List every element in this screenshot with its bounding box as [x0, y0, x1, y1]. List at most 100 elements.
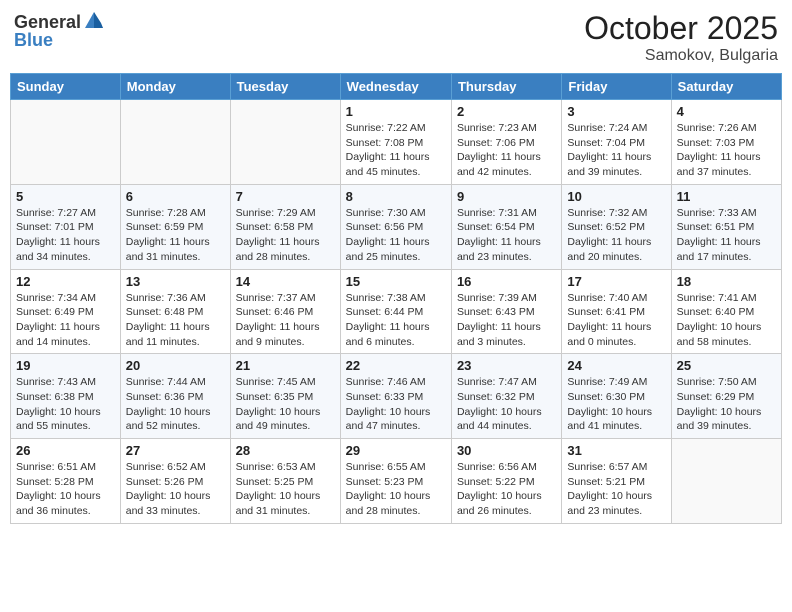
calendar-cell [11, 100, 121, 185]
day-number: 31 [567, 443, 665, 458]
calendar-cell: 23Sunrise: 7:47 AM Sunset: 6:32 PM Dayli… [451, 354, 561, 439]
calendar-cell: 31 Sunrise: 6:57 AM Sunset: 5:21 PM Dayli… [562, 439, 671, 524]
day-number: 11 [677, 189, 776, 204]
calendar-cell: 17 Sunrise: 7:40 AM Sunset: 6:41 PM Dayli… [562, 269, 671, 354]
day-number: 8 [346, 189, 446, 204]
day-info: Sunrise: 7:22 AM Sunset: 7:08 PM Dayligh… [346, 121, 446, 180]
calendar-cell: 9Sunrise: 7:31 AM Sunset: 6:54 PM Daylig… [451, 184, 561, 269]
day-number: 13 [126, 274, 225, 289]
day-number: 4 [677, 104, 776, 119]
calendar-cell [230, 100, 340, 185]
day-info: Sunrise: 6:52 AM Sunset: 5:26 PM Dayligh… [126, 460, 225, 519]
day-info: Sunrise: 7:26 AM Sunset: 7:03 PM Dayligh… [677, 121, 776, 180]
weekday-header: Friday [562, 74, 671, 100]
calendar-cell: 16 Sunrise: 7:39 AM Sunset: 6:43 PM Dayli… [451, 269, 561, 354]
day-number: 24 [567, 358, 665, 373]
calendar-cell: 30Sunrise: 6:56 AM Sunset: 5:22 PM Dayli… [451, 439, 561, 524]
day-number: 10 [567, 189, 665, 204]
calendar-cell: 3Sunrise: 7:24 AM Sunset: 7:04 PM Daylig… [562, 100, 671, 185]
calendar-table: SundayMondayTuesdayWednesdayThursdayFrid… [10, 73, 782, 524]
calendar-cell: 19Sunrise: 7:43 AM Sunset: 6:38 PM Dayli… [11, 354, 121, 439]
day-number: 15 [346, 274, 446, 289]
weekday-header: Sunday [11, 74, 121, 100]
calendar-cell: 10 Sunrise: 7:32 AM Sunset: 6:52 PM Dayli… [562, 184, 671, 269]
calendar-cell: 11 Sunrise: 7:33 AM Sunset: 6:51 PM Dayli… [671, 184, 781, 269]
calendar-cell: 27 Sunrise: 6:52 AM Sunset: 5:26 PM Dayli… [120, 439, 230, 524]
weekday-header: Tuesday [230, 74, 340, 100]
calendar-cell: 20Sunrise: 7:44 AM Sunset: 6:36 PM Dayli… [120, 354, 230, 439]
day-number: 2 [457, 104, 556, 119]
logo-blue: Blue [14, 30, 53, 51]
day-number: 1 [346, 104, 446, 119]
calendar-cell: 13 Sunrise: 7:36 AM Sunset: 6:48 PM Dayli… [120, 269, 230, 354]
day-info: Sunrise: 7:45 AM Sunset: 6:35 PM Dayligh… [236, 375, 335, 434]
day-info: Sunrise: 7:49 AM Sunset: 6:30 PM Dayligh… [567, 375, 665, 434]
calendar-cell: 1 Sunrise: 7:22 AM Sunset: 7:08 PM Daylig… [340, 100, 451, 185]
page-header: General Blue October 2025 Samokov, Bulga… [10, 10, 782, 65]
calendar-cell: 4 Sunrise: 7:26 AM Sunset: 7:03 PM Daylig… [671, 100, 781, 185]
weekday-header: Wednesday [340, 74, 451, 100]
day-info: Sunrise: 7:34 AM Sunset: 6:49 PM Dayligh… [16, 291, 115, 350]
day-number: 30 [457, 443, 556, 458]
day-info: Sunrise: 7:33 AM Sunset: 6:51 PM Dayligh… [677, 206, 776, 265]
calendar-week-row: 19Sunrise: 7:43 AM Sunset: 6:38 PM Dayli… [11, 354, 782, 439]
calendar-cell: 12 Sunrise: 7:34 AM Sunset: 6:49 PM Dayli… [11, 269, 121, 354]
day-info: Sunrise: 7:41 AM Sunset: 6:40 PM Dayligh… [677, 291, 776, 350]
day-number: 25 [677, 358, 776, 373]
calendar-cell: 29 Sunrise: 6:55 AM Sunset: 5:23 PM Dayli… [340, 439, 451, 524]
calendar-week-row: 26Sunrise: 6:51 AM Sunset: 5:28 PM Dayli… [11, 439, 782, 524]
day-info: Sunrise: 6:53 AM Sunset: 5:25 PM Dayligh… [236, 460, 335, 519]
weekday-header: Thursday [451, 74, 561, 100]
day-info: Sunrise: 6:57 AM Sunset: 5:21 PM Dayligh… [567, 460, 665, 519]
day-info: Sunrise: 7:36 AM Sunset: 6:48 PM Dayligh… [126, 291, 225, 350]
calendar-week-row: 1 Sunrise: 7:22 AM Sunset: 7:08 PM Daylig… [11, 100, 782, 185]
logo-icon [83, 10, 105, 32]
day-number: 17 [567, 274, 665, 289]
day-number: 12 [16, 274, 115, 289]
day-number: 7 [236, 189, 335, 204]
day-info: Sunrise: 6:51 AM Sunset: 5:28 PM Dayligh… [16, 460, 115, 519]
calendar-cell [120, 100, 230, 185]
calendar-header-row: SundayMondayTuesdayWednesdayThursdayFrid… [11, 74, 782, 100]
calendar-cell: 26Sunrise: 6:51 AM Sunset: 5:28 PM Dayli… [11, 439, 121, 524]
day-info: Sunrise: 7:44 AM Sunset: 6:36 PM Dayligh… [126, 375, 225, 434]
calendar-cell: 5Sunrise: 7:27 AM Sunset: 7:01 PM Daylig… [11, 184, 121, 269]
day-info: Sunrise: 7:46 AM Sunset: 6:33 PM Dayligh… [346, 375, 446, 434]
calendar-week-row: 5Sunrise: 7:27 AM Sunset: 7:01 PM Daylig… [11, 184, 782, 269]
day-info: Sunrise: 7:43 AM Sunset: 6:38 PM Dayligh… [16, 375, 115, 434]
logo: General Blue [14, 10, 105, 51]
day-number: 18 [677, 274, 776, 289]
day-info: Sunrise: 7:32 AM Sunset: 6:52 PM Dayligh… [567, 206, 665, 265]
calendar-cell: 2 Sunrise: 7:23 AM Sunset: 7:06 PM Daylig… [451, 100, 561, 185]
weekday-header: Saturday [671, 74, 781, 100]
day-info: Sunrise: 7:27 AM Sunset: 7:01 PM Dayligh… [16, 206, 115, 265]
month-title: October 2025 [584, 10, 778, 47]
day-number: 6 [126, 189, 225, 204]
calendar-cell: 24 Sunrise: 7:49 AM Sunset: 6:30 PM Dayli… [562, 354, 671, 439]
day-info: Sunrise: 7:40 AM Sunset: 6:41 PM Dayligh… [567, 291, 665, 350]
day-info: Sunrise: 7:47 AM Sunset: 6:32 PM Dayligh… [457, 375, 556, 434]
day-number: 14 [236, 274, 335, 289]
calendar-cell: 22Sunrise: 7:46 AM Sunset: 6:33 PM Dayli… [340, 354, 451, 439]
day-number: 29 [346, 443, 446, 458]
calendar-cell: 7 Sunrise: 7:29 AM Sunset: 6:58 PM Daylig… [230, 184, 340, 269]
day-info: Sunrise: 7:37 AM Sunset: 6:46 PM Dayligh… [236, 291, 335, 350]
day-info: Sunrise: 7:30 AM Sunset: 6:56 PM Dayligh… [346, 206, 446, 265]
day-number: 28 [236, 443, 335, 458]
day-number: 16 [457, 274, 556, 289]
day-info: Sunrise: 6:55 AM Sunset: 5:23 PM Dayligh… [346, 460, 446, 519]
calendar-cell: 25Sunrise: 7:50 AM Sunset: 6:29 PM Dayli… [671, 354, 781, 439]
day-number: 27 [126, 443, 225, 458]
day-info: Sunrise: 7:39 AM Sunset: 6:43 PM Dayligh… [457, 291, 556, 350]
day-info: Sunrise: 7:23 AM Sunset: 7:06 PM Dayligh… [457, 121, 556, 180]
calendar-cell: 15 Sunrise: 7:38 AM Sunset: 6:44 PM Dayli… [340, 269, 451, 354]
day-info: Sunrise: 7:38 AM Sunset: 6:44 PM Dayligh… [346, 291, 446, 350]
calendar-week-row: 12 Sunrise: 7:34 AM Sunset: 6:49 PM Dayli… [11, 269, 782, 354]
location-title: Samokov, Bulgaria [584, 47, 778, 65]
calendar-cell: 21Sunrise: 7:45 AM Sunset: 6:35 PM Dayli… [230, 354, 340, 439]
calendar-cell: 6Sunrise: 7:28 AM Sunset: 6:59 PM Daylig… [120, 184, 230, 269]
day-info: Sunrise: 7:29 AM Sunset: 6:58 PM Dayligh… [236, 206, 335, 265]
day-info: Sunrise: 7:24 AM Sunset: 7:04 PM Dayligh… [567, 121, 665, 180]
calendar-cell: 14 Sunrise: 7:37 AM Sunset: 6:46 PM Dayli… [230, 269, 340, 354]
calendar-cell [671, 439, 781, 524]
